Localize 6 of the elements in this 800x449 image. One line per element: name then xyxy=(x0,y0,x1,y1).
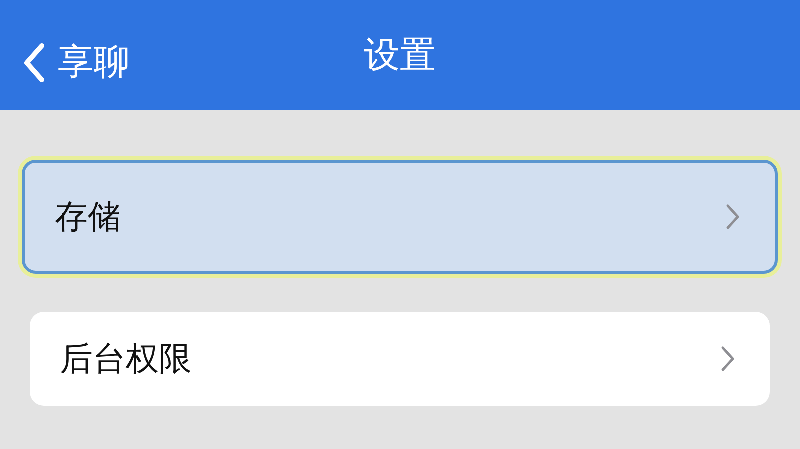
chevron-right-icon xyxy=(725,203,741,231)
chevron-right-icon xyxy=(720,345,736,373)
back-button[interactable]: 享聊 xyxy=(22,38,130,87)
back-icon xyxy=(22,42,46,82)
page-title: 设置 xyxy=(364,34,436,78)
settings-item[interactable]: 后台权限 xyxy=(30,312,770,406)
